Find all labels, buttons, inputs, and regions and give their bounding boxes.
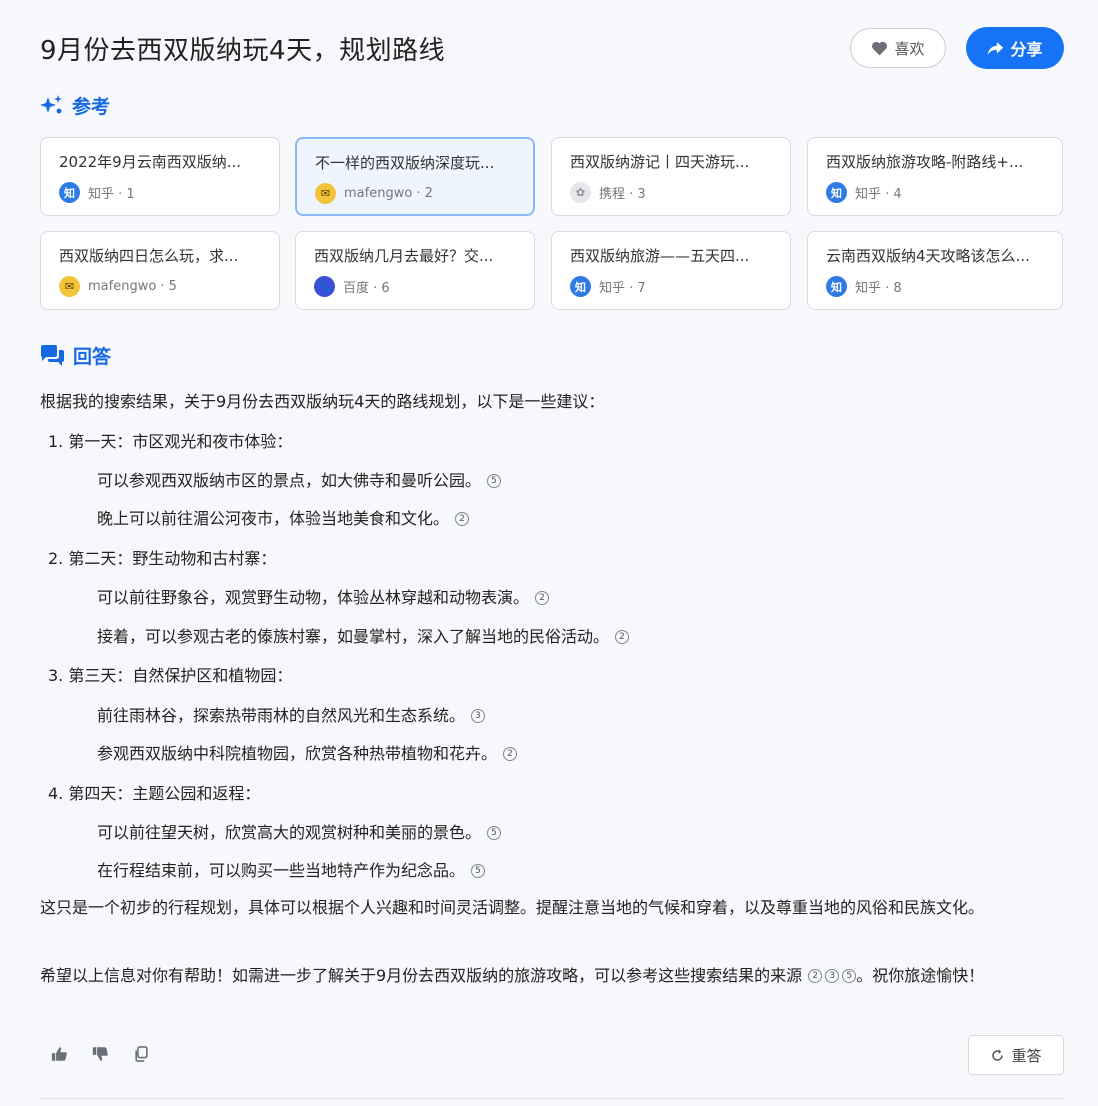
heart-icon [872, 41, 888, 55]
reference-card[interactable]: 西双版纳四日怎么玩，求... ✉ mafengwo · 5 [40, 231, 280, 310]
answer-actions [50, 1044, 151, 1063]
header: 9月份去西双版纳玩4天，规划路线 喜欢 分享 [40, 26, 1064, 70]
reference-source: 知乎 · 1 [88, 187, 135, 202]
reference-meta: 知 知乎 · 7 [570, 276, 772, 297]
reference-title: 西双版纳四日怎么玩，求... [59, 247, 239, 265]
reference-title: 西双版纳游记丨四天游玩... [570, 153, 750, 171]
day-heading: 1. 第一天：市区观光和夜市体验： [48, 432, 293, 451]
reference-meta: 🐾 百度 · 6 [314, 276, 516, 297]
day-item-text: 接着，可以参观古老的傣族村寨，如曼掌村，深入了解当地的民俗活动。 [97, 627, 610, 646]
day-heading: 2. 第二天：野生动物和古村寨： [48, 549, 277, 568]
ctrip-icon: ✿ [570, 182, 591, 203]
reference-source: mafengwo · 5 [88, 279, 177, 294]
citation-badge[interactable]: 3 [825, 968, 840, 983]
reference-card[interactable]: 云南西双版纳4天攻略该怎么... 知 知乎 · 8 [807, 231, 1063, 310]
closing-text: 希望以上信息对你有帮助！如需进一步了解关于9月份去西双版纳的旅游攻略，可以参考这… [40, 966, 803, 985]
day-item: 前往雨林谷，探索热带雨林的自然风光和生态系统。 3 [97, 702, 486, 726]
closing-text: 。祝你旅途愉快！ [856, 966, 985, 985]
reference-meta: ✿ 携程 · 3 [570, 182, 772, 203]
reference-source: mafengwo · 2 [344, 186, 433, 201]
citation-badge[interactable]: 5 [842, 968, 857, 983]
closing-paragraph: 这只是一个初步的行程规划，具体可以根据个人兴趣和时间灵活调整。提醒注意当地的气候… [40, 898, 985, 917]
reference-title: 西双版纳旅游攻略-附路线+... [826, 153, 1024, 171]
chat-bubble-icon [41, 344, 64, 366]
citation-badge[interactable]: 2 [808, 968, 823, 983]
reference-title: 云南西双版纳4天攻略该怎么... [826, 247, 1030, 265]
answer-heading: 回答 [40, 342, 111, 369]
citation-badge[interactable]: 5 [471, 863, 486, 878]
sparkle-icon [40, 94, 62, 113]
day-heading: 4. 第四天：主题公园和返程： [48, 784, 261, 803]
answer-heading-label: 回答 [73, 346, 112, 368]
thumbs-down-icon[interactable] [91, 1044, 110, 1063]
day-item-text: 在行程结束前，可以购买一些当地特产作为纪念品。 [97, 861, 466, 880]
citation-badge[interactable]: 2 [455, 511, 470, 526]
reference-meta: 知 知乎 · 4 [826, 182, 1044, 203]
day-item: 晚上可以前往湄公河夜市，体验当地美食和文化。 2 [97, 505, 470, 529]
reference-card[interactable]: 西双版纳游记丨四天游玩... ✿ 携程 · 3 [551, 137, 791, 216]
day-item-text: 前往雨林谷，探索热带雨林的自然风光和生态系统。 [97, 706, 466, 725]
references-heading-label: 参考 [72, 96, 111, 118]
reference-card[interactable]: 不一样的西双版纳深度玩... ✉ mafengwo · 2 [295, 137, 535, 216]
closing-paragraph: 希望以上信息对你有帮助！如需进一步了解关于9月份去西双版纳的旅游攻略，可以参考这… [40, 962, 1064, 990]
reference-card[interactable]: 西双版纳旅游——五天四... 知 知乎 · 7 [551, 231, 791, 310]
day-item-text: 可以参观西双版纳市区的景点，如大佛寺和曼听公园。 [97, 471, 482, 490]
copy-icon[interactable] [132, 1044, 151, 1063]
references-heading: 参考 [40, 92, 110, 119]
share-button[interactable]: 分享 [966, 27, 1064, 69]
citation-badge[interactable]: 3 [471, 708, 486, 723]
citation-badge[interactable]: 5 [487, 825, 502, 840]
day-item: 在行程结束前，可以购买一些当地特产作为纪念品。 5 [97, 857, 486, 881]
day-item: 可以参观西双版纳市区的景点，如大佛寺和曼听公园。 5 [97, 467, 502, 491]
reference-source: 知乎 · 8 [855, 281, 902, 296]
zhihu-icon: 知 [570, 276, 591, 297]
reference-title: 西双版纳几月去最好？交... [314, 247, 494, 265]
answer-page: 9月份去西双版纳玩4天，规划路线 喜欢 分享 参考 2022年9月云南西双版纳.… [0, 0, 1098, 1106]
mafengwo-icon: ✉ [315, 183, 336, 204]
like-button[interactable]: 喜欢 [850, 28, 946, 68]
baidu-paw-icon: 🐾 [314, 276, 335, 297]
regenerate-label: 重答 [1011, 1046, 1042, 1065]
reference-source: 知乎 · 7 [599, 281, 646, 296]
like-label: 喜欢 [894, 39, 925, 58]
zhihu-icon: 知 [59, 182, 80, 203]
day-item-text: 可以前往望天树，欣赏高大的观赏树种和美丽的景色。 [97, 823, 482, 842]
thumbs-up-icon[interactable] [50, 1044, 69, 1063]
day-item: 可以前往野象谷，观赏野生动物，体验丛林穿越和动物表演。 2 [97, 584, 550, 608]
reference-card[interactable]: 西双版纳几月去最好？交... 🐾 百度 · 6 [295, 231, 535, 310]
reference-meta: ✉ mafengwo · 5 [59, 276, 261, 297]
day-item-text: 晚上可以前往湄公河夜市，体验当地美食和文化。 [97, 509, 450, 528]
share-arrow-icon [988, 41, 1004, 55]
refresh-icon [992, 1049, 1004, 1061]
mafengwo-icon: ✉ [59, 276, 80, 297]
page-title: 9月份去西双版纳玩4天，规划路线 [40, 36, 446, 66]
citation-badge[interactable]: 2 [615, 629, 630, 644]
reference-source: 携程 · 3 [599, 187, 646, 202]
reference-title: 2022年9月云南西双版纳... [59, 153, 242, 171]
divider [40, 1098, 1064, 1099]
citation-badge[interactable]: 2 [535, 590, 550, 605]
day-item-text: 参观西双版纳中科院植物园，欣赏各种热带植物和花卉。 [97, 744, 498, 763]
regenerate-button[interactable]: 重答 [968, 1035, 1064, 1075]
citation-badge[interactable]: 5 [487, 473, 502, 488]
citation-badge[interactable]: 2 [503, 746, 518, 761]
day-item-text: 可以前往野象谷，观赏野生动物，体验丛林穿越和动物表演。 [97, 588, 530, 607]
zhihu-icon: 知 [826, 276, 847, 297]
answer-intro: 根据我的搜索结果，关于9月份去西双版纳玩4天的路线规划，以下是一些建议： [40, 392, 605, 411]
reference-meta: ✉ mafengwo · 2 [315, 183, 515, 204]
reference-title: 不一样的西双版纳深度玩... [315, 154, 495, 172]
reference-title: 西双版纳旅游——五天四... [570, 247, 750, 265]
reference-card[interactable]: 2022年9月云南西双版纳... 知 知乎 · 1 [40, 137, 280, 216]
zhihu-icon: 知 [826, 182, 847, 203]
day-item: 接着，可以参观古老的傣族村寨，如曼掌村，深入了解当地的民俗活动。 2 [97, 623, 630, 647]
reference-source: 百度 · 6 [343, 281, 390, 296]
day-item: 参观西双版纳中科院植物园，欣赏各种热带植物和花卉。 2 [97, 740, 518, 764]
reference-card[interactable]: 西双版纳旅游攻略-附路线+... 知 知乎 · 4 [807, 137, 1063, 216]
reference-source: 知乎 · 4 [855, 187, 902, 202]
share-label: 分享 [1010, 40, 1043, 59]
day-heading: 3. 第三天：自然保护区和植物园： [48, 666, 293, 685]
reference-meta: 知 知乎 · 8 [826, 276, 1044, 297]
reference-meta: 知 知乎 · 1 [59, 182, 261, 203]
day-item: 可以前往望天树，欣赏高大的观赏树种和美丽的景色。 5 [97, 819, 502, 843]
